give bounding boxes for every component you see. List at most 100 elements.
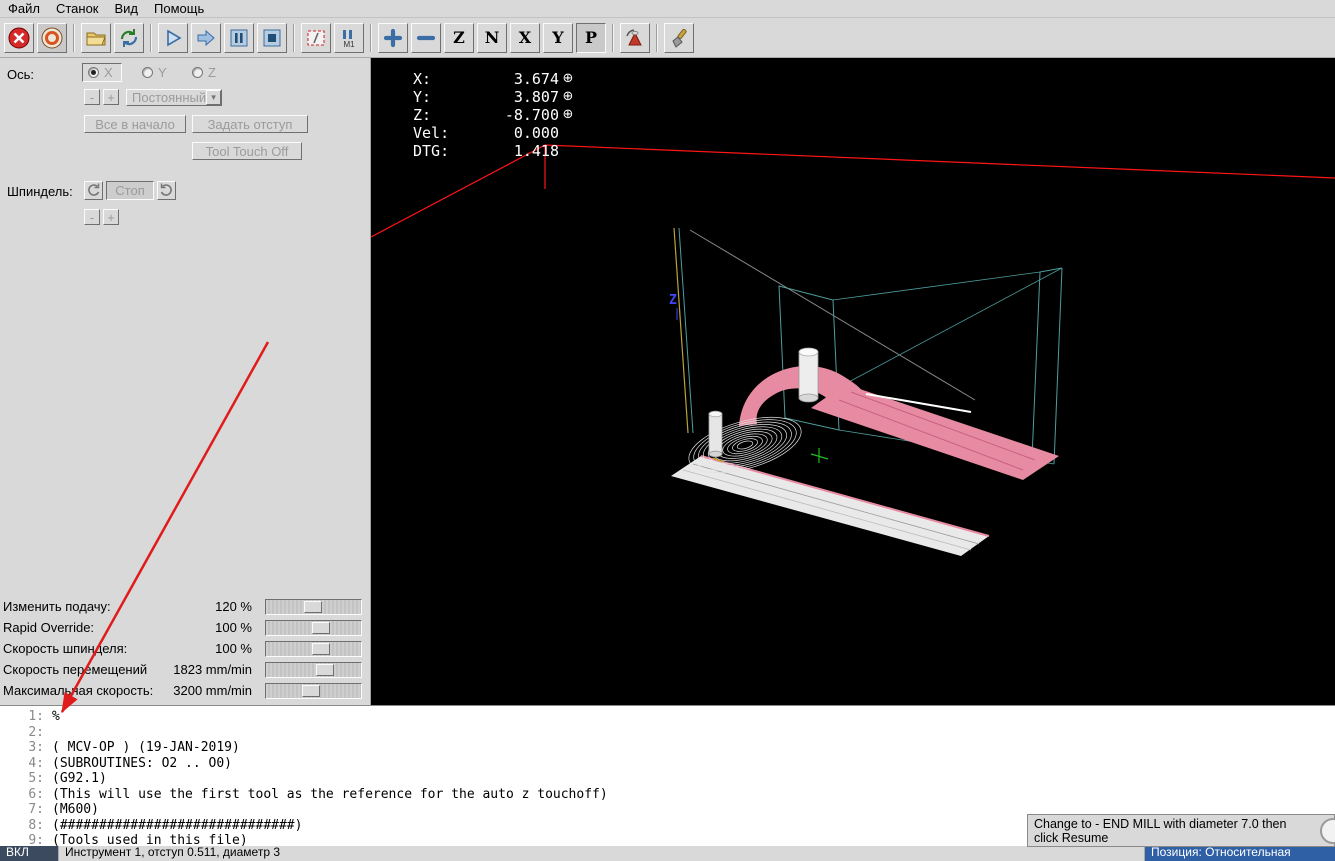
max-velocity-slider[interactable] [265, 682, 362, 699]
jog-minus-button[interactable]: - [84, 89, 100, 105]
toolbar-separator [656, 24, 658, 52]
view-y-button[interactable]: Y [543, 23, 573, 53]
spindle-cw-icon [160, 183, 172, 196]
touch-off-button[interactable]: Задать отступ [192, 115, 308, 133]
override-value: 100 % [215, 641, 252, 656]
override-value: 1823 mm/min [173, 662, 252, 677]
zoom-in-button[interactable] [378, 23, 408, 53]
rapid-override-row: Rapid Override: 100 % [0, 617, 364, 638]
tool-info-status: Инструмент 1, отступ 0.511, диаметр 3 [58, 846, 1145, 861]
rotate-view-button[interactable] [620, 23, 650, 53]
slider-handle[interactable] [312, 642, 330, 655]
stop-icon [263, 29, 281, 47]
override-sliders: Изменить подачу: 120 % Rapid Override: 1… [0, 596, 364, 701]
tool-change-popup: Change to - END MILL with diameter 7.0 t… [1027, 814, 1335, 847]
view-x-icon: X [518, 28, 532, 47]
override-value: 100 % [215, 620, 252, 635]
dro-vel: Vel: 0.000 [413, 124, 559, 142]
override-label: Скорость перемещений [3, 662, 148, 677]
gcode-line[interactable]: 4: (SUBROUTINES: O2 .. O0) [0, 756, 1335, 772]
spindle-ccw-button[interactable] [84, 181, 103, 200]
view-p-icon: P [584, 28, 598, 47]
spindle-override-row: Скорость шпинделя: 100 % [0, 638, 364, 659]
rapid-override-slider[interactable] [265, 619, 362, 636]
override-label: Изменить подачу: [3, 599, 111, 614]
axis-radio-x[interactable]: X [82, 63, 122, 82]
estop-button[interactable] [4, 23, 34, 53]
clear-plot-button[interactable] [664, 23, 694, 53]
menu-view[interactable]: Вид [107, 0, 147, 17]
menu-file[interactable]: Файл [0, 0, 48, 17]
skip-lines-button[interactable] [301, 23, 331, 53]
reload-file-button[interactable] [114, 23, 144, 53]
jog-increment-combo[interactable]: Постоянный ▼ [126, 89, 222, 106]
jog-plus-button[interactable]: + [103, 89, 119, 105]
spindle-plus-button[interactable]: + [103, 209, 119, 225]
view-y-icon: Y [552, 28, 564, 47]
stop-button[interactable] [257, 23, 287, 53]
gcode-line[interactable]: 5: (G92.1) [0, 771, 1335, 787]
status-bar: ВКЛ Инструмент 1, отступ 0.511, диаметр … [0, 846, 1335, 861]
homed-icon: ⊕ [562, 71, 574, 86]
preview-3d[interactable]: Z X: 3.674 ⊕ Y: 3.807 ⊕ Z: -8.700 ⊕ Vel:… [370, 58, 1335, 705]
view-z-icon: Z [453, 28, 465, 47]
skip-lines-icon [307, 30, 325, 46]
tool-cylinder [798, 347, 819, 403]
chevron-down-icon: ▼ [206, 90, 221, 105]
view-p-button[interactable]: P [576, 23, 606, 53]
toolbar-separator [612, 24, 614, 52]
view-z-rotated-button[interactable]: N [477, 23, 507, 53]
optional-pause-button[interactable]: M1 [334, 23, 364, 53]
jog-speed-slider[interactable] [265, 661, 362, 678]
homed-icon: ⊕ [562, 107, 574, 122]
menu-help[interactable]: Помощь [146, 0, 212, 17]
spindle-override-slider[interactable] [265, 640, 362, 657]
home-all-button[interactable]: Все в начало [84, 115, 186, 133]
override-label: Максимальная скорость: [3, 683, 154, 698]
dro-y: Y: 3.807 ⊕ [413, 88, 577, 106]
machine-state-badge: ВКЛ [0, 846, 58, 861]
menu-machine[interactable]: Станок [48, 0, 107, 17]
axis-radio-y[interactable]: Y [142, 65, 167, 80]
slider-handle[interactable] [304, 600, 322, 613]
machine-power-button[interactable] [37, 23, 67, 53]
axis-radio-z[interactable]: Z [192, 65, 216, 80]
pause-button[interactable] [224, 23, 254, 53]
override-label: Rapid Override: [3, 620, 95, 635]
svg-text:M1: M1 [343, 40, 355, 49]
tool-change-message: Change to - END MILL with diameter 7.0 t… [1034, 817, 1287, 845]
manual-control-panel: Ось: X Y Z - + Постоянный ▼ Все в начало… [0, 58, 371, 705]
toolbar: M1 Z N X Y P [0, 19, 1335, 58]
zoom-out-button[interactable] [411, 23, 441, 53]
tool-touch-off-button[interactable]: Tool Touch Off [192, 142, 302, 160]
gcode-line[interactable]: 1:% [0, 709, 1335, 725]
view-z-button[interactable]: Z [444, 23, 474, 53]
gcode-line[interactable]: 3:( MCV-OP ) (19-JAN-2019) [0, 740, 1335, 756]
radio-z-icon [192, 67, 203, 78]
gcode-line[interactable]: 2: [0, 725, 1335, 741]
spindle-label: Шпиндель: [7, 184, 73, 199]
view-x-button[interactable]: X [510, 23, 540, 53]
override-value: 120 % [215, 599, 252, 614]
resume-indicator-button[interactable] [1320, 818, 1335, 844]
gcode-line[interactable]: 6: (This will use the first tool as the r… [0, 787, 1335, 803]
z-axis-marker: Z [669, 293, 678, 320]
spindle-cw-button[interactable] [157, 181, 176, 200]
run-button[interactable] [158, 23, 188, 53]
slider-handle[interactable] [316, 663, 334, 676]
dro-x: X: 3.674 ⊕ [413, 70, 577, 88]
spindle-stop-button[interactable]: Стоп [106, 181, 154, 200]
slider-handle[interactable] [312, 621, 330, 634]
clear-plot-icon [672, 28, 687, 48]
axis-label: Ось: [7, 67, 34, 82]
toolbar-separator [293, 24, 295, 52]
rotate-view-icon [626, 29, 642, 46]
slider-handle[interactable] [302, 684, 320, 697]
open-file-button[interactable] [81, 23, 111, 53]
optional-pause-icon: M1 [343, 30, 355, 49]
feed-override-slider[interactable] [265, 598, 362, 615]
step-button[interactable] [191, 23, 221, 53]
radio-y-icon [142, 67, 153, 78]
spindle-minus-button[interactable]: - [84, 209, 100, 225]
override-value: 3200 mm/min [173, 683, 252, 698]
